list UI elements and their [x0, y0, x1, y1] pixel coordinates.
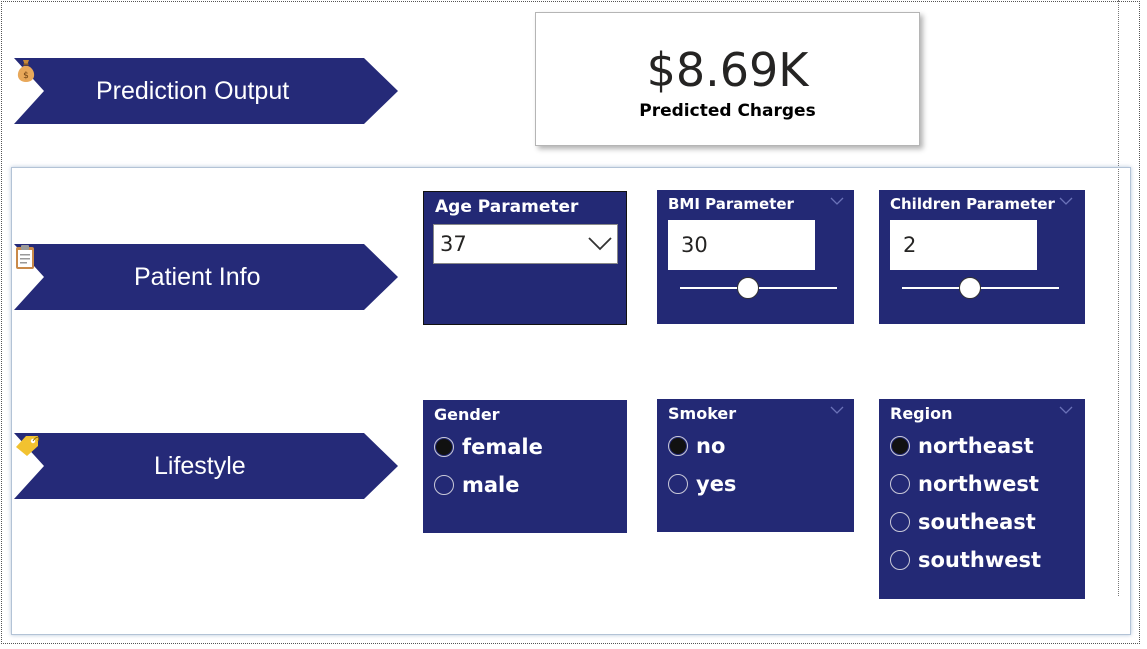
region-option-southwest[interactable]: southwest [890, 541, 1041, 579]
age-value: 37 [440, 232, 467, 256]
gender-options: female male [434, 428, 543, 504]
option-label: yes [696, 472, 737, 496]
gender-option-male[interactable]: male [434, 466, 543, 504]
chevron-down-icon[interactable] [1059, 405, 1073, 415]
slicer-title: Age Parameter [435, 197, 579, 217]
banner-label: Lifestyle [154, 451, 246, 480]
chevron-down-icon [588, 237, 612, 251]
radio-unselected-icon[interactable] [434, 475, 454, 495]
children-value-input[interactable]: 2 [890, 220, 1037, 270]
option-label: southwest [918, 548, 1042, 572]
radio-selected-icon[interactable] [668, 436, 688, 456]
banner-label: Prediction Output [96, 76, 290, 105]
children-slider-handle[interactable] [958, 277, 981, 299]
slicer-title: Region [890, 404, 953, 423]
smoker-options: no yes [668, 427, 736, 503]
banner-prediction-output: $ Prediction Output [14, 58, 398, 124]
option-label: northeast [918, 434, 1034, 458]
slicer-title: BMI Parameter [668, 195, 794, 213]
children-slider-track[interactable] [902, 287, 1059, 289]
svg-text:$: $ [23, 71, 29, 81]
radio-unselected-icon[interactable] [890, 512, 910, 532]
kpi-label: Predicted Charges [639, 101, 816, 121]
bmi-parameter-slicer: BMI Parameter 30 [657, 190, 854, 324]
banner-label: Patient Info [134, 262, 261, 291]
option-label: male [462, 473, 520, 497]
smoker-slicer: Smoker no yes [657, 399, 854, 532]
option-label: female [462, 435, 543, 459]
gender-slicer: Gender female male [423, 400, 627, 533]
kpi-value: $8.69K [646, 43, 809, 97]
radio-unselected-icon[interactable] [890, 474, 910, 494]
region-option-southeast[interactable]: southeast [890, 503, 1041, 541]
chevron-down-icon[interactable] [830, 405, 844, 415]
smoker-option-yes[interactable]: yes [668, 465, 736, 503]
smoker-option-no[interactable]: no [668, 427, 736, 465]
gender-option-female[interactable]: female [434, 428, 543, 466]
region-options: northeast northwest southeast southwest [890, 427, 1041, 579]
chevron-down-icon[interactable] [830, 196, 844, 206]
region-option-northeast[interactable]: northeast [890, 427, 1041, 465]
bmi-slider-handle[interactable] [736, 277, 759, 299]
slicer-title: Gender [434, 405, 500, 424]
region-slicer: Region northeast northwest southeast sou… [879, 399, 1085, 599]
radio-selected-icon[interactable] [890, 436, 910, 456]
age-parameter-slicer: Age Parameter 37 [423, 191, 627, 325]
bmi-value-input[interactable]: 30 [668, 220, 815, 270]
slicer-title: Smoker [668, 404, 737, 423]
radio-unselected-icon[interactable] [668, 474, 688, 494]
children-parameter-slicer: Children Parameter 2 [879, 190, 1085, 324]
region-option-northwest[interactable]: northwest [890, 465, 1041, 503]
radio-selected-icon[interactable] [434, 437, 454, 457]
slicer-title: Children Parameter [890, 195, 1055, 213]
predicted-charges-card: $8.69K Predicted Charges [535, 12, 920, 146]
option-label: no [696, 434, 726, 458]
option-label: southeast [918, 510, 1036, 534]
banner-patient-info: Patient Info [14, 244, 398, 310]
option-label: northwest [918, 472, 1039, 496]
radio-unselected-icon[interactable] [890, 550, 910, 570]
banner-lifestyle: Lifestyle [14, 433, 398, 499]
chevron-down-icon[interactable] [1059, 196, 1073, 206]
age-dropdown[interactable]: 37 [433, 224, 618, 264]
bmi-slider-track[interactable] [680, 287, 837, 289]
